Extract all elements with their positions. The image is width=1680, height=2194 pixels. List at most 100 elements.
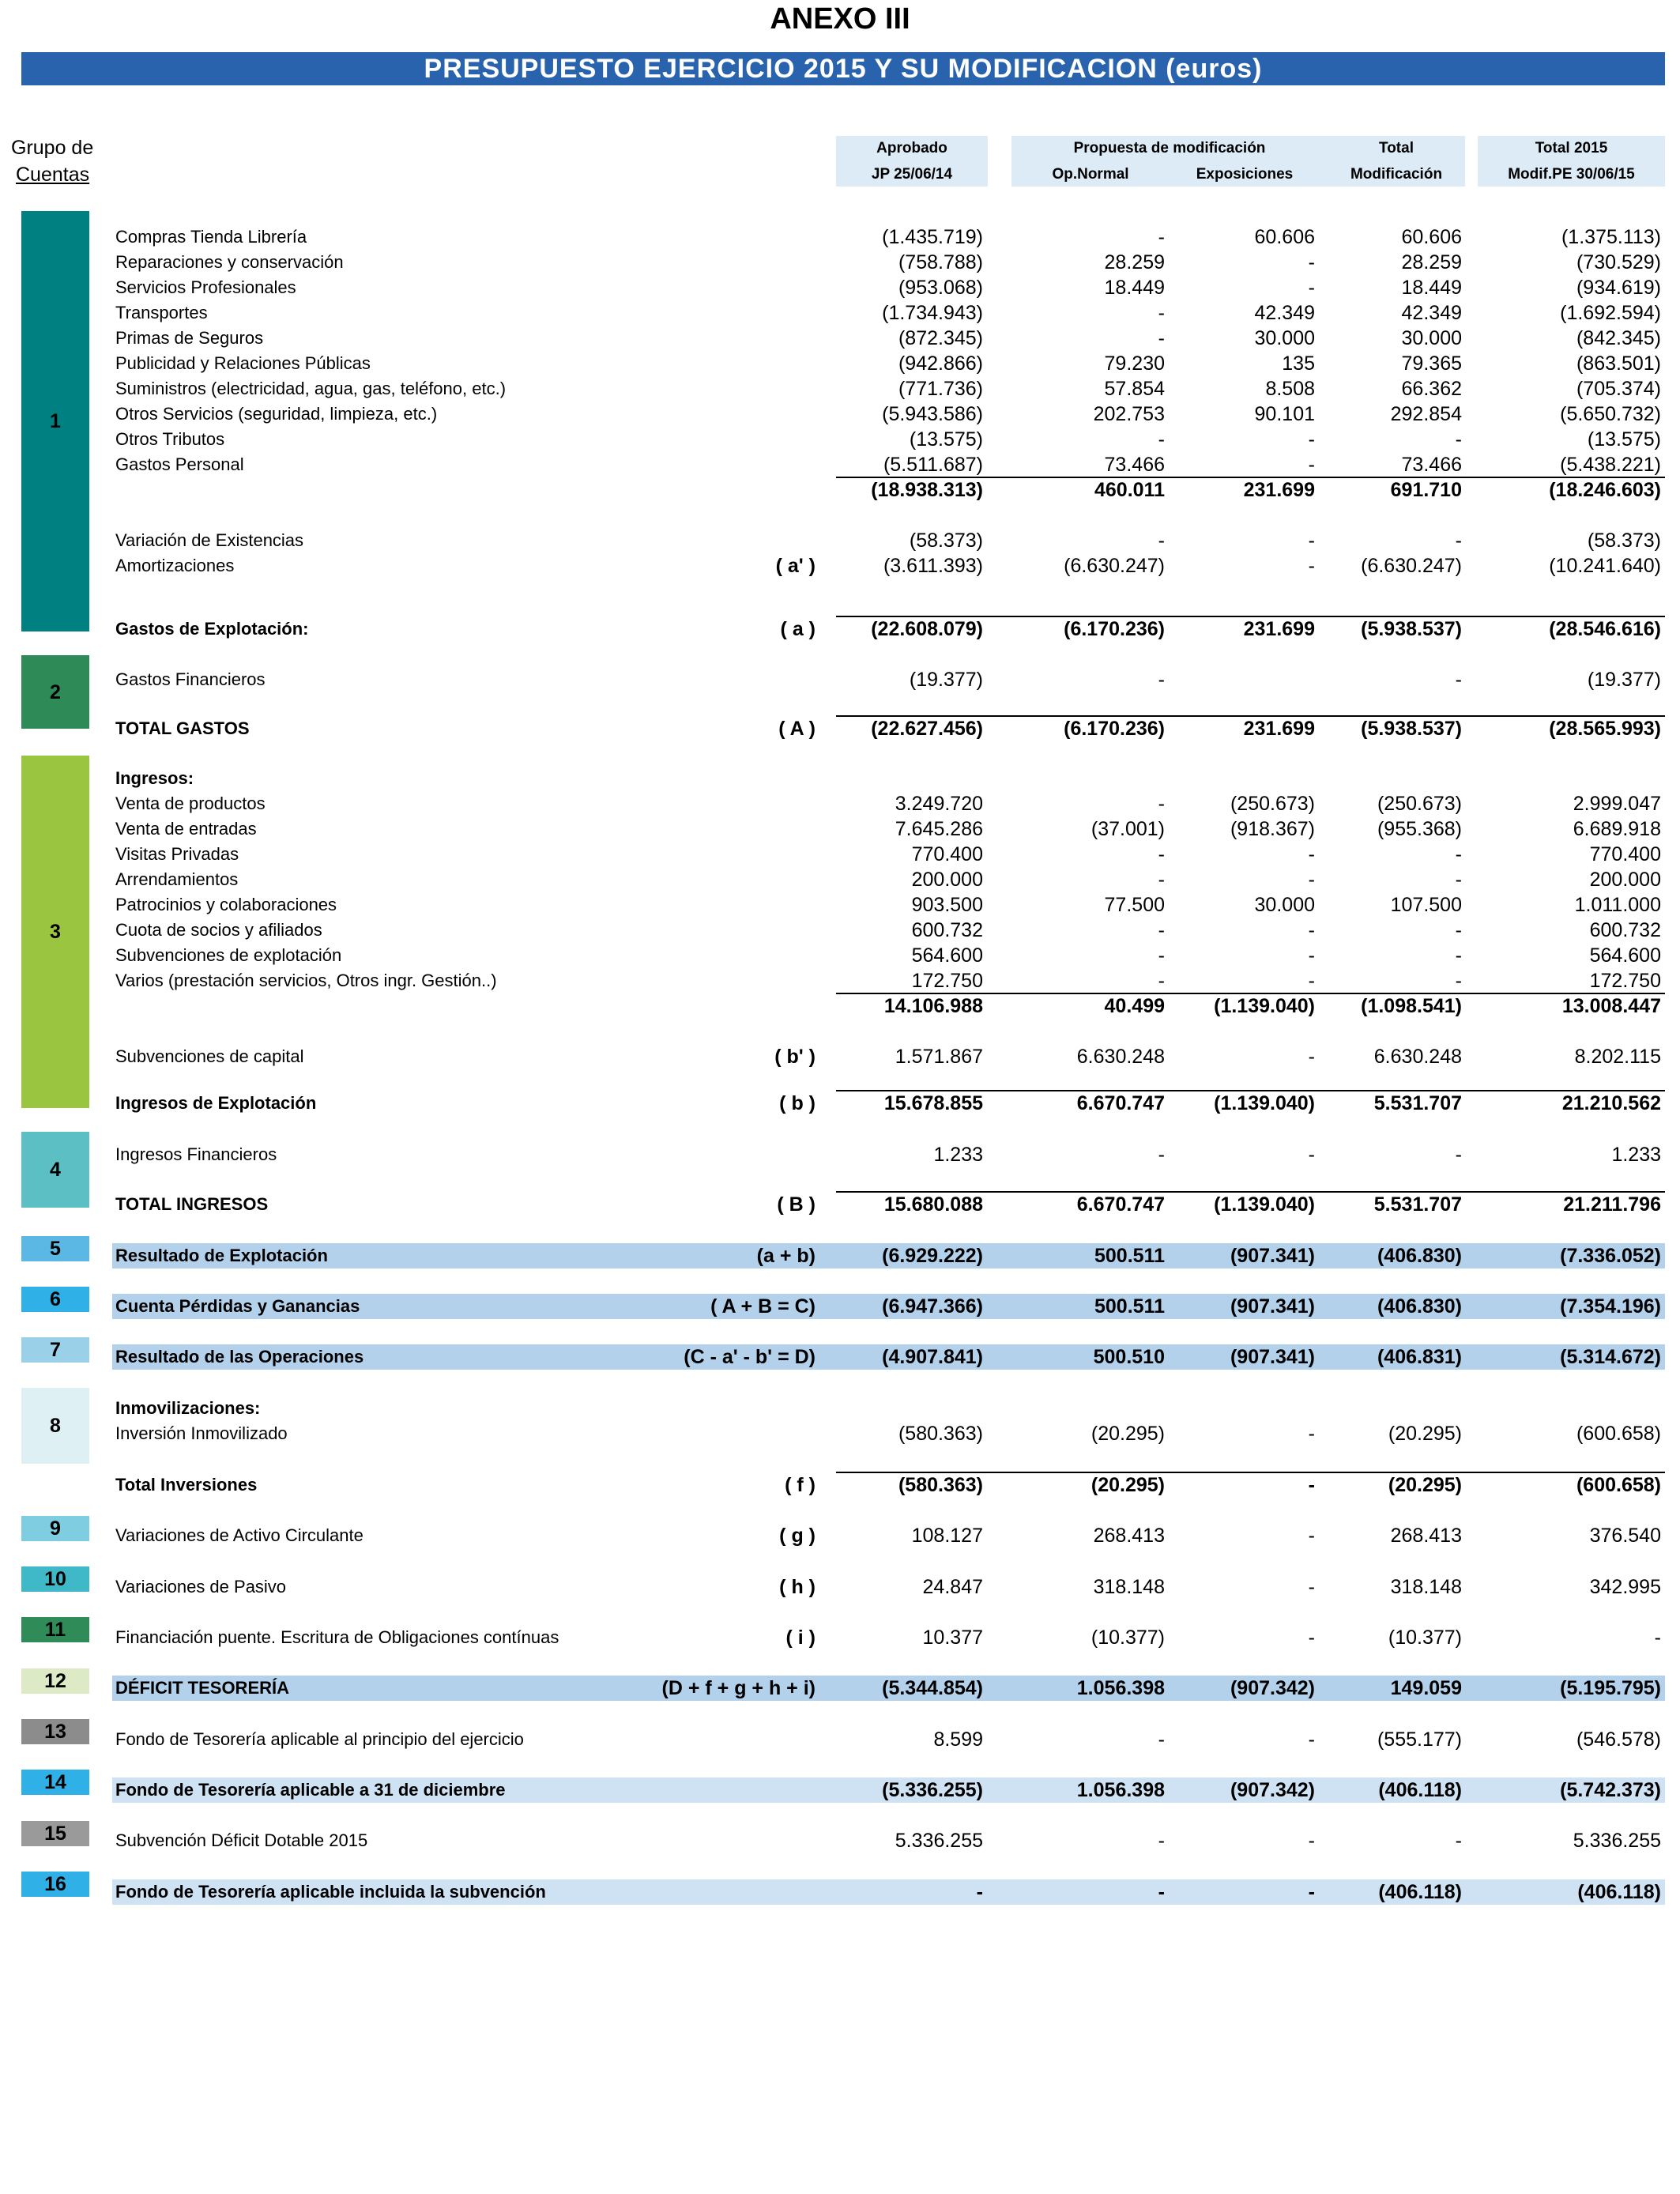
grupo-label-line2: Cuentas <box>16 164 90 186</box>
row-value-col5: (28.565.993) <box>1549 718 1661 740</box>
header-op-normal: Op.Normal <box>1052 166 1129 183</box>
row-value-col5: (600.658) <box>1576 1423 1661 1445</box>
row-label: Cuenta Pérdidas y Ganancias <box>115 1296 360 1316</box>
row-value-col5: (406.118) <box>1577 1881 1661 1903</box>
row-value-col5: (5.314.672) <box>1560 1346 1661 1368</box>
row-label: Variaciones de Activo Circulante <box>115 1525 363 1545</box>
row-label: Ingresos: <box>115 768 194 788</box>
row-label: Inmovilizaciones: <box>115 1398 261 1418</box>
group-label-15: 15 <box>44 1823 66 1845</box>
header-total2015-1: Total 2015 <box>1535 140 1608 156</box>
row-label: Resultado de las Operaciones <box>115 1347 364 1367</box>
row-label: Venta de productos <box>115 794 266 813</box>
header-total-mod-2: Modificación <box>1350 166 1443 183</box>
group-label-16: 16 <box>44 1873 66 1895</box>
group-label-6: 6 <box>50 1288 61 1310</box>
row-label: DÉFICIT TESORERÍA <box>115 1678 290 1698</box>
row-value-col5: (5.195.795) <box>1560 1677 1661 1699</box>
group-label-10: 10 <box>44 1568 66 1590</box>
row-label: Servicios Profesionales <box>115 277 296 297</box>
header-total2015-2: Modif.PE 30/06/15 <box>1508 166 1635 183</box>
row-value-col5: (7.336.052) <box>1560 1245 1661 1267</box>
row-label: Varios (prestación servicios, Otros ingr… <box>115 971 497 990</box>
row-label: Variación de Existencias <box>115 530 304 550</box>
row-label: Subvenciones de capital <box>115 1046 304 1066</box>
row-value-col5: 200.000 <box>1589 869 1661 891</box>
row-value-col5: 5.336.255 <box>1573 1830 1661 1852</box>
row-value-col5: 21.211.796 <box>1563 1193 1661 1216</box>
row-value-col5: - <box>1654 1627 1661 1649</box>
row-value-col5: 2.999.047 <box>1573 793 1661 815</box>
row-value-col5: (5.650.732) <box>1560 403 1661 425</box>
row-label: Variaciones de Pasivo <box>115 1577 287 1596</box>
group-label-8: 8 <box>50 1415 61 1437</box>
group-label-2: 2 <box>50 680 61 703</box>
row-value-col5: (28.546.616) <box>1549 618 1661 640</box>
row-label: Amortizaciones <box>115 556 235 575</box>
row-value-col5: (842.345) <box>1576 327 1661 349</box>
group-label-9: 9 <box>50 1517 61 1540</box>
group-label-4: 4 <box>50 1159 61 1181</box>
row-label: Fondo de Tesorería aplicable a 31 de dic… <box>115 1780 506 1800</box>
row-label: Reparaciones y conservación <box>115 252 344 272</box>
row-label: Patrocinios y colaboraciones <box>115 895 337 914</box>
row-value-col5: 770.400 <box>1589 843 1661 865</box>
group-label-13: 13 <box>44 1721 66 1743</box>
row-label: TOTAL GASTOS <box>115 718 250 738</box>
row-value-col5: 13.008.447 <box>1561 995 1661 1017</box>
row-label: Publicidad y Relaciones Públicas <box>115 353 371 373</box>
row-label: Resultado de Explotación <box>115 1246 328 1265</box>
row-value-col5: (1.375.113) <box>1561 226 1661 248</box>
row-value-col5: (10.241.640) <box>1549 555 1661 577</box>
row-value-col2: - <box>1158 669 1165 691</box>
row-label: Ingresos de Explotación <box>115 1093 317 1113</box>
group-label-3: 3 <box>50 921 61 943</box>
row-label: Primas de Seguros <box>115 328 264 348</box>
row-value-col5: (705.374) <box>1576 378 1661 400</box>
row-value-col5: (863.501) <box>1576 352 1661 375</box>
page-title: ANEXO III <box>770 2 910 36</box>
row-value-col5: 564.600 <box>1589 944 1661 967</box>
row-label: Transportes <box>115 303 208 322</box>
row-label: Arrendamientos <box>115 869 239 889</box>
row-value-col5: (19.377) <box>1587 669 1661 691</box>
row-value-col5: (5.742.373) <box>1560 1779 1661 1801</box>
title-banner: PRESUPUESTO EJERCICIO 2015 Y SU MODIFICA… <box>21 52 1665 85</box>
row-value-col5: 1.011.000 <box>1574 894 1661 916</box>
row-label: Fondo de Tesorería aplicable al principi… <box>115 1729 524 1749</box>
group-label-1: 1 <box>50 410 61 432</box>
row-label: Venta de entradas <box>115 819 257 839</box>
row-label: Financiación puente. Escritura de Obliga… <box>115 1627 559 1647</box>
row-value-col5: 342.995 <box>1589 1576 1661 1598</box>
header-aprobado-1: Aprobado <box>876 140 947 156</box>
group-label-12: 12 <box>44 1670 66 1692</box>
row-label: Subvención Déficit Dotable 2015 <box>115 1830 368 1850</box>
row-label: Inversión Inmovilizado <box>115 1423 288 1443</box>
row-value-col5: 172.750 <box>1589 970 1661 992</box>
group-label-5: 5 <box>50 1238 61 1260</box>
row-value-col5: 21.210.562 <box>1561 1092 1661 1114</box>
row-label: Total Inversiones <box>115 1475 258 1495</box>
row-label: Visitas Privadas <box>115 844 239 864</box>
row-label: Compras Tienda Librería <box>115 227 307 247</box>
row-value-col5: (58.373) <box>1587 530 1661 552</box>
row-label: Gastos de Explotación: <box>115 619 309 639</box>
header-exposiciones: Exposiciones <box>1196 166 1294 183</box>
row-value-col5: 1.233 <box>1611 1144 1661 1166</box>
row-value-col5: (18.246.603) <box>1549 479 1661 501</box>
row-label: Otros Tributos <box>115 429 225 449</box>
row-value-col5: 376.540 <box>1589 1525 1661 1547</box>
row-value-col5: (546.578) <box>1576 1728 1661 1751</box>
row-label: Ingresos Financieros <box>115 1144 277 1164</box>
row-label: Cuota de socios y afiliados <box>115 920 322 940</box>
header-aprobado-2: JP 25/06/14 <box>871 166 953 183</box>
row-value-col5: (600.658) <box>1576 1474 1661 1496</box>
header-propuesta: Propuesta de modificación <box>1073 140 1266 156</box>
group-label-11: 11 <box>44 1619 66 1641</box>
row-label: Subvenciones de explotación <box>115 945 342 965</box>
row-value-col5: 6.689.918 <box>1573 818 1661 840</box>
row-label: Gastos Financieros <box>115 669 266 689</box>
row-label: Fondo de Tesorería aplicable incluida la… <box>115 1882 546 1902</box>
budget-page: ANEXO III PRESUPUESTO EJERCICIO 2015 Y S… <box>0 0 1680 2194</box>
group-label-14: 14 <box>44 1771 66 1793</box>
